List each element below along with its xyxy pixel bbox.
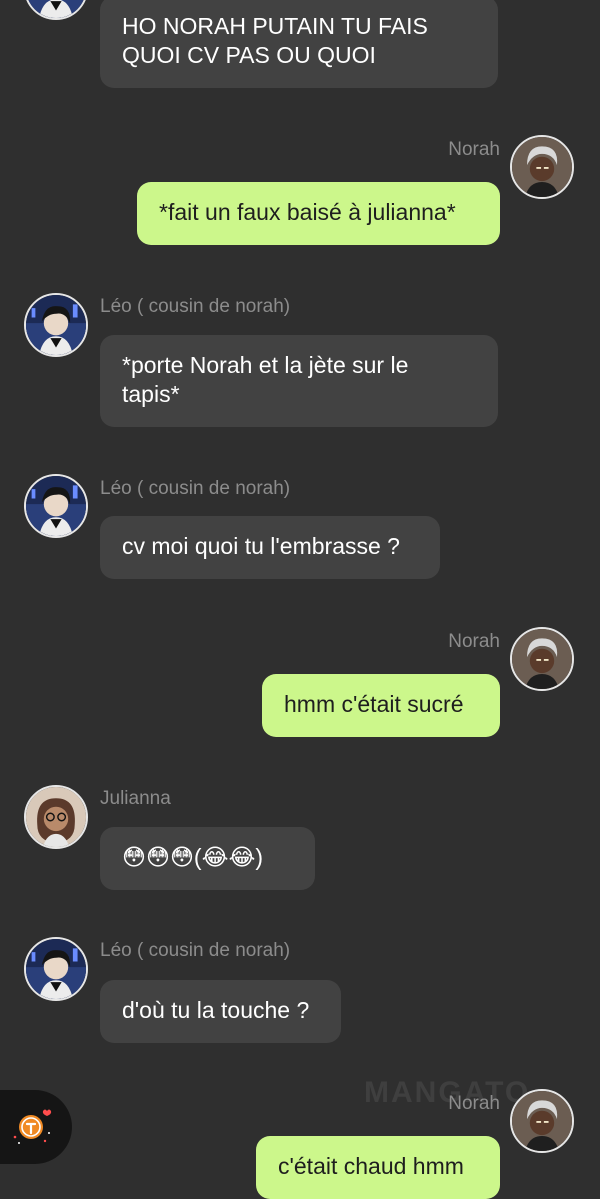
message-bubble[interactable]: 😳😳😳(😂😂)	[100, 827, 315, 890]
sender-name: Norah	[448, 1093, 500, 1114]
sender-name: Julianna	[100, 788, 171, 809]
message-bubble[interactable]: c'était chaud hmm	[256, 1136, 500, 1199]
message-bubble[interactable]: d'où tu la touche ?	[100, 980, 341, 1043]
message-bubble[interactable]: *porte Norah et la jète sur le tapis*	[100, 335, 498, 427]
julianna-avatar[interactable]	[24, 785, 88, 849]
sender-name: Léo ( cousin de norah)	[100, 296, 291, 317]
sender-name: Norah	[448, 631, 500, 652]
norah-avatar[interactable]	[510, 135, 574, 199]
floating-assistant-button[interactable]	[0, 1090, 72, 1164]
sender-name: Norah	[448, 139, 500, 160]
norah-avatar[interactable]	[510, 1089, 574, 1153]
leo-avatar[interactable]	[24, 937, 88, 1001]
message-bubble[interactable]: cv moi quoi tu l'embrasse ?	[100, 516, 440, 579]
leo-avatar[interactable]	[24, 474, 88, 538]
watermark: MANGATO	[364, 1076, 531, 1109]
assistant-icon	[13, 1109, 52, 1144]
norah-avatar[interactable]	[510, 627, 574, 691]
sender-name: Léo ( cousin de norah)	[100, 478, 291, 499]
message-bubble[interactable]: HO NORAH PUTAIN TU FAIS QUOI CV PAS OU Q…	[100, 0, 498, 88]
message-bubble[interactable]: *fait un faux baisé à julianna*	[137, 182, 500, 245]
message-bubble[interactable]: hmm c'était sucré	[262, 674, 500, 737]
leo-avatar[interactable]	[24, 293, 88, 357]
leo-avatar[interactable]	[24, 0, 88, 20]
sender-name: Léo ( cousin de norah)	[100, 940, 291, 961]
